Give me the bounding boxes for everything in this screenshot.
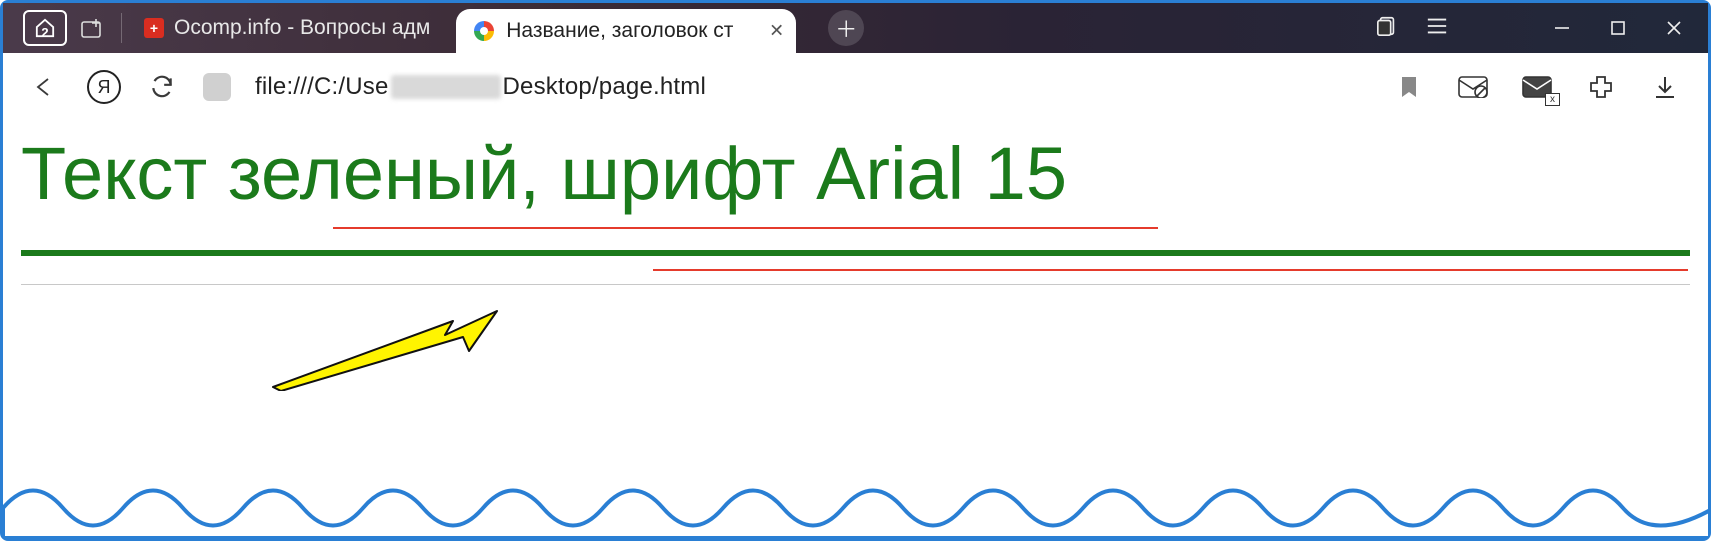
url-redacted [391, 75, 501, 99]
window-maximize[interactable] [1590, 3, 1646, 53]
menu-icon[interactable] [1426, 17, 1448, 40]
active-tab-label: Название, заголовок ст [506, 19, 733, 43]
green-horizontal-rule [21, 250, 1690, 256]
window-controls [1534, 3, 1702, 53]
collections-icon[interactable] [1376, 15, 1398, 42]
separator [121, 13, 122, 43]
new-tab-button[interactable]: ＋ [828, 10, 864, 46]
annotation-arrow [263, 301, 503, 391]
toolbar-right-icons: x [1392, 72, 1682, 102]
page-headline: Текст зеленый, шрифт Arial 15 [21, 131, 1690, 216]
ocomp-favicon: + [144, 18, 164, 38]
url-display[interactable]: file:///C:/Use Desktop/page.html [255, 73, 706, 101]
browser-titlebar: 2 + Ocomp.info - Вопросы адм Название, з… [3, 3, 1708, 53]
extensions-icon[interactable] [1584, 72, 1618, 102]
active-tab[interactable]: Название, заголовок ст ✕ [456, 9, 796, 53]
bookmark-icon[interactable] [1392, 72, 1426, 102]
tab-close-icon[interactable]: ✕ [769, 21, 784, 42]
mail-block-icon[interactable] [1456, 72, 1490, 102]
mail-x-icon[interactable]: x [1520, 72, 1554, 102]
torn-edge-decoration [3, 468, 1708, 538]
chrome-favicon [474, 21, 494, 41]
thin-horizontal-rule [21, 284, 1690, 285]
background-tab-label: Ocomp.info - Вопросы адм [174, 16, 430, 40]
address-bar-row: Я file:///C:/Use Desktop/page.html x [3, 53, 1708, 121]
annotation-red-line-1 [333, 227, 1158, 229]
mail-x-badge: x [1545, 93, 1560, 106]
titlebar-extra-icons [1376, 3, 1448, 53]
search-engine-icon[interactable]: Я [87, 70, 121, 104]
back-button[interactable] [29, 70, 63, 104]
window-minimize[interactable] [1534, 3, 1590, 53]
page-content: Текст зеленый, шрифт Arial 15 [3, 121, 1708, 538]
home-badge: 2 [41, 25, 48, 40]
home-button[interactable]: 2 [23, 10, 67, 46]
site-info-icon[interactable] [203, 73, 231, 101]
background-tab[interactable]: + Ocomp.info - Вопросы адм [134, 3, 440, 53]
downloads-icon[interactable] [1648, 72, 1682, 102]
url-suffix: Desktop/page.html [503, 73, 707, 101]
annotation-red-line-2 [653, 269, 1688, 271]
url-prefix: file:///C:/Use [255, 73, 389, 101]
window-close[interactable] [1646, 3, 1702, 53]
new-window-icon[interactable] [75, 11, 109, 45]
reload-button[interactable] [145, 70, 179, 104]
